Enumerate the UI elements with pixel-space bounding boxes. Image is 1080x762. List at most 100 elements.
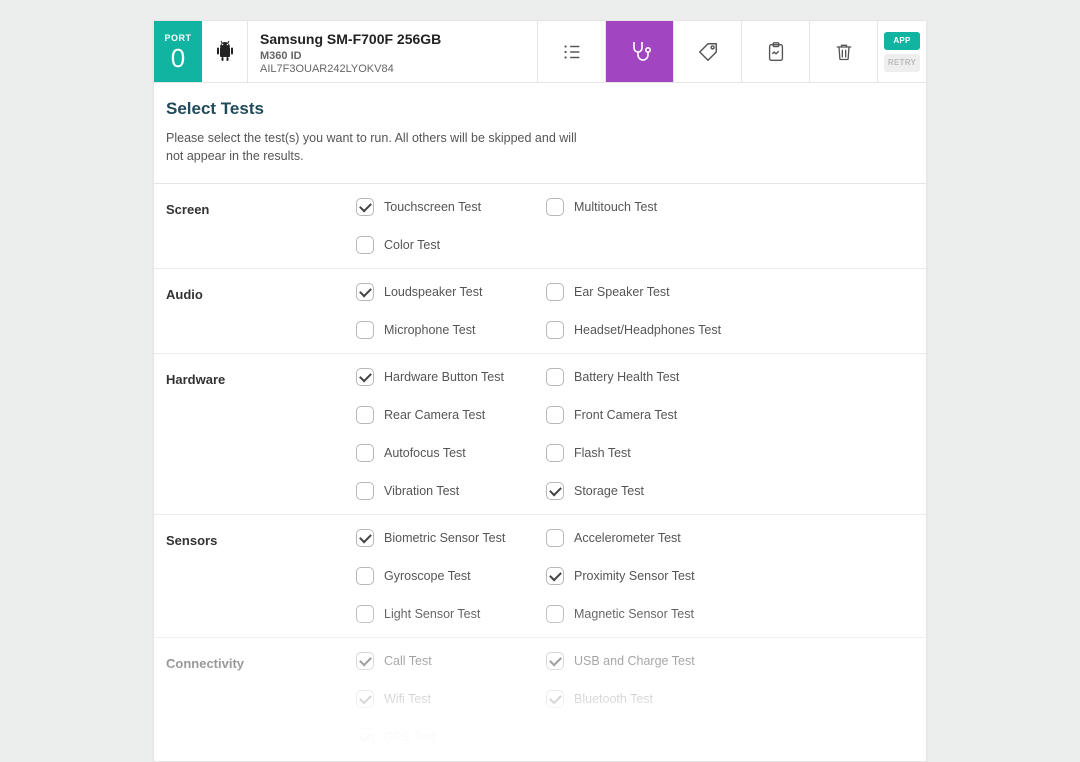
delete-button[interactable] xyxy=(810,21,878,82)
test-label: Biometric Sensor Test xyxy=(384,531,505,545)
m360-label: M360 ID xyxy=(260,50,525,62)
app-button[interactable]: APP xyxy=(884,32,920,50)
test-checkbox[interactable] xyxy=(546,690,564,708)
test-item[interactable]: Multitouch Test xyxy=(546,188,736,226)
test-item[interactable]: Storage Test xyxy=(546,472,736,510)
test-checkbox[interactable] xyxy=(356,368,374,386)
port-label: PORT xyxy=(164,33,191,43)
test-item[interactable]: Wifi Test xyxy=(356,680,546,718)
test-checkbox[interactable] xyxy=(546,529,564,547)
test-label: Color Test xyxy=(384,238,440,252)
test-checkbox[interactable] xyxy=(356,690,374,708)
test-item[interactable]: Front Camera Test xyxy=(546,396,736,434)
test-label: Flash Test xyxy=(574,446,631,460)
group-label: Audio xyxy=(166,273,356,349)
test-label: Gyroscope Test xyxy=(384,569,471,583)
test-checkbox[interactable] xyxy=(356,321,374,339)
stethoscope-icon xyxy=(628,40,652,64)
test-checkbox[interactable] xyxy=(356,444,374,462)
test-label: Touchscreen Test xyxy=(384,200,481,214)
test-checkbox[interactable] xyxy=(356,605,374,623)
group-tests: Touchscreen Test Multitouch Test Color Tes… xyxy=(356,188,914,264)
test-item[interactable]: Touchscreen Test xyxy=(356,188,546,226)
test-item[interactable]: Accelerometer Test xyxy=(546,519,736,557)
instructions-text: Please select the test(s) you want to ru… xyxy=(166,129,586,165)
retry-button[interactable]: RETRY xyxy=(884,54,920,72)
test-checkbox[interactable] xyxy=(356,728,374,746)
test-item[interactable]: Light Sensor Test xyxy=(356,595,546,633)
group-label: Connectivity xyxy=(166,642,356,756)
android-icon xyxy=(215,40,235,64)
test-item[interactable]: Ear Speaker Test xyxy=(546,273,736,311)
test-item[interactable]: Biometric Sensor Test xyxy=(356,519,546,557)
test-item[interactable]: Magnetic Sensor Test xyxy=(546,595,736,633)
test-label: Front Camera Test xyxy=(574,408,677,422)
test-label: Autofocus Test xyxy=(384,446,466,460)
test-item[interactable]: Call Test xyxy=(356,642,546,680)
group-label: Screen xyxy=(166,188,356,264)
test-label: Storage Test xyxy=(574,484,644,498)
test-checkbox[interactable] xyxy=(356,406,374,424)
port-indicator: PORT 0 xyxy=(154,21,202,82)
test-checkbox[interactable] xyxy=(546,567,564,585)
test-label: Bluetooth Test xyxy=(574,692,653,706)
test-item[interactable]: GPS Test xyxy=(356,718,546,756)
test-checkbox[interactable] xyxy=(546,321,564,339)
intro-section: Select Tests Please select the test(s) y… xyxy=(154,83,926,184)
test-checkbox[interactable] xyxy=(546,482,564,500)
test-checkbox[interactable] xyxy=(356,482,374,500)
test-item[interactable]: Headset/Headphones Test xyxy=(546,311,736,349)
test-label: Hardware Button Test xyxy=(384,370,504,384)
test-label: Magnetic Sensor Test xyxy=(574,607,694,621)
test-item[interactable]: Microphone Test xyxy=(356,311,546,349)
test-item[interactable]: Gyroscope Test xyxy=(356,557,546,595)
test-label: Rear Camera Test xyxy=(384,408,485,422)
test-checkbox[interactable] xyxy=(546,444,564,462)
test-item[interactable]: Autofocus Test xyxy=(356,434,546,472)
list-icon xyxy=(561,41,583,63)
test-label: Microphone Test xyxy=(384,323,476,337)
report-button[interactable] xyxy=(742,21,810,82)
test-label: GPS Test xyxy=(384,730,437,744)
test-checkbox[interactable] xyxy=(546,368,564,386)
m360-id: AIL7F3OUAR242LYOKV84 xyxy=(260,63,525,75)
device-panel: PORT 0 Samsung SM-F700F 25 xyxy=(153,20,927,762)
test-label: Vibration Test xyxy=(384,484,459,498)
test-checkbox[interactable] xyxy=(356,236,374,254)
action-stack: APP RETRY xyxy=(878,21,926,82)
test-group: Screen Touchscreen Test Multitouch Test Col… xyxy=(154,184,926,269)
test-item[interactable]: Rear Camera Test xyxy=(356,396,546,434)
port-number: 0 xyxy=(171,45,185,71)
test-checkbox[interactable] xyxy=(546,605,564,623)
diagnostics-button[interactable] xyxy=(606,21,674,82)
test-item[interactable]: Loudspeaker Test xyxy=(356,273,546,311)
tag-button[interactable] xyxy=(674,21,742,82)
test-item[interactable]: Proximity Sensor Test xyxy=(546,557,736,595)
test-checkbox[interactable] xyxy=(356,283,374,301)
test-checkbox[interactable] xyxy=(356,567,374,585)
test-item[interactable]: Vibration Test xyxy=(356,472,546,510)
test-checkbox[interactable] xyxy=(546,406,564,424)
list-view-button[interactable] xyxy=(538,21,606,82)
test-checkbox[interactable] xyxy=(546,283,564,301)
test-item[interactable]: Color Test xyxy=(356,226,546,264)
device-info: Samsung SM-F700F 256GB M360 ID AIL7F3OUA… xyxy=(248,21,538,82)
test-checkbox[interactable] xyxy=(546,652,564,670)
test-checkbox[interactable] xyxy=(356,529,374,547)
test-item[interactable]: Flash Test xyxy=(546,434,736,472)
test-item[interactable]: Battery Health Test xyxy=(546,358,736,396)
test-label: Light Sensor Test xyxy=(384,607,480,621)
test-label: Accelerometer Test xyxy=(574,531,681,545)
test-item[interactable]: USB and Charge Test xyxy=(546,642,736,680)
test-label: Headset/Headphones Test xyxy=(574,323,721,337)
test-checkbox[interactable] xyxy=(546,198,564,216)
test-item[interactable]: Hardware Button Test xyxy=(356,358,546,396)
test-group: ConnectivityCall TestUSB and Charge Test… xyxy=(154,638,926,761)
test-item[interactable]: Bluetooth Test xyxy=(546,680,736,718)
test-checkbox[interactable] xyxy=(356,198,374,216)
test-group: AudioLoudspeaker TestEar Speaker Test Mic… xyxy=(154,269,926,354)
page-title: Select Tests xyxy=(166,99,914,119)
test-group: HardwareHardware Button TestBattery Heal… xyxy=(154,354,926,515)
test-checkbox[interactable] xyxy=(356,652,374,670)
test-label: Wifi Test xyxy=(384,692,431,706)
